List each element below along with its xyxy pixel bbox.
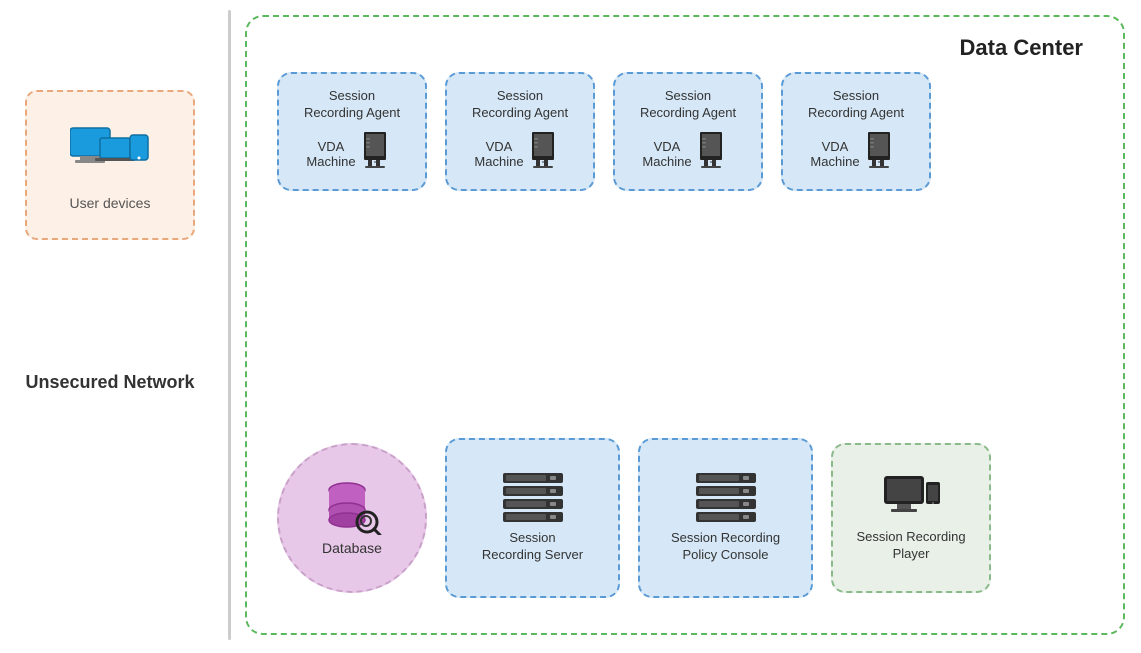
user-devices-label: User devices — [70, 195, 151, 211]
vda1-machine-row: VDAMachine — [306, 132, 397, 177]
vda3-computer-icon — [698, 132, 734, 177]
database-icon — [322, 480, 382, 540]
user-devices-icon — [70, 120, 150, 187]
vda4-machine-label: VDAMachine — [810, 139, 859, 169]
player-box: Session RecordingPlayer — [831, 443, 991, 593]
data-center-title: Data Center — [960, 35, 1083, 61]
vda-box-1: SessionRecording Agent VDAMachine — [277, 72, 427, 191]
player-label: Session RecordingPlayer — [856, 529, 965, 563]
vda1-computer-icon — [362, 132, 398, 177]
vda-box-4: SessionRecording Agent VDAMachine — [781, 72, 931, 191]
vda2-computer-icon — [530, 132, 566, 177]
vda3-machine-row: VDAMachine — [642, 132, 733, 177]
database-box: Database — [277, 443, 427, 593]
vda3-agent-label: SessionRecording Agent — [640, 88, 736, 122]
vda4-machine-row: VDAMachine — [810, 132, 901, 177]
database-label: Database — [322, 540, 382, 556]
recording-server-box: SessionRecording Server — [445, 438, 620, 598]
vda-row: SessionRecording Agent VDAMachine — [277, 72, 1103, 191]
recording-server-icon — [498, 473, 568, 530]
bottom-row: Database — [277, 438, 1103, 598]
data-center-boundary: Data Center SessionRecording Agent VDAMa… — [245, 15, 1125, 635]
player-icon — [879, 474, 944, 529]
vda4-agent-label: SessionRecording Agent — [808, 88, 904, 122]
policy-console-icon — [691, 473, 761, 530]
vda-box-3: SessionRecording Agent VDAMachine — [613, 72, 763, 191]
vda2-machine-label: VDAMachine — [474, 139, 523, 169]
vertical-divider — [228, 10, 231, 640]
vda2-agent-label: SessionRecording Agent — [472, 88, 568, 122]
policy-console-label: Session RecordingPolicy Console — [671, 530, 780, 564]
left-panel: User devices — [0, 0, 220, 653]
user-devices-box: User devices — [25, 90, 195, 240]
recording-server-label: SessionRecording Server — [482, 530, 583, 564]
vda1-agent-label: SessionRecording Agent — [304, 88, 400, 122]
vda1-machine-label: VDAMachine — [306, 139, 355, 169]
policy-console-box: Session RecordingPolicy Console — [638, 438, 813, 598]
vda3-machine-label: VDAMachine — [642, 139, 691, 169]
vda4-computer-icon — [866, 132, 902, 177]
vda2-machine-row: VDAMachine — [474, 132, 565, 177]
unsecured-network-label: Unsecured Network — [0, 370, 220, 395]
vda-box-2: SessionRecording Agent VDAMachine — [445, 72, 595, 191]
